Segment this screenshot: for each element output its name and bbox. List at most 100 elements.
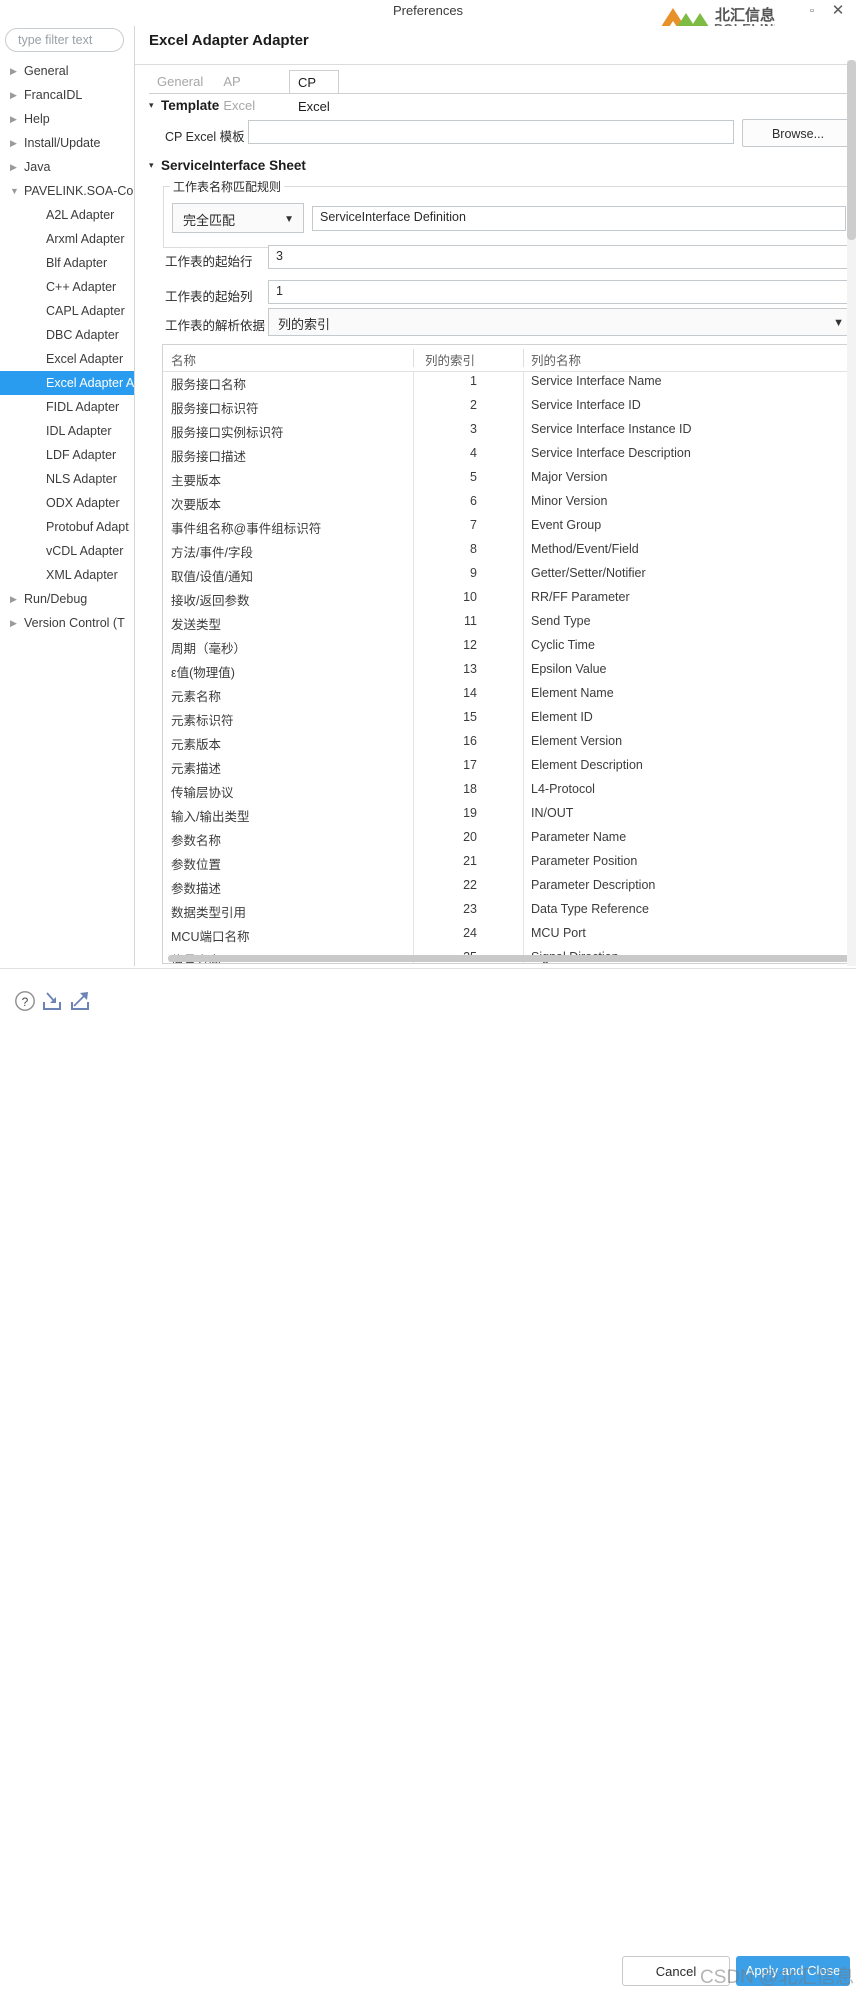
- sidebar-item-general[interactable]: ▶ General: [0, 59, 134, 83]
- sidebar-item-pavelink-soa-co[interactable]: ▼ PAVELINK.SOA-Co: [0, 179, 134, 203]
- sidebar-item-dbc-adapter[interactable]: DBC Adapter: [0, 323, 134, 347]
- filter-input[interactable]: type filter text: [5, 28, 124, 52]
- sidebar-item-ldf-adapter[interactable]: LDF Adapter: [0, 443, 134, 467]
- start-col-input[interactable]: 1: [268, 280, 856, 304]
- template-section-header[interactable]: ▾ Template: [149, 98, 219, 113]
- table-row[interactable]: 事件组名称@事件组标识符 7 Event Group: [163, 515, 856, 539]
- close-icon[interactable]: ✕: [828, 2, 848, 20]
- table-row[interactable]: 参数描述 22 Parameter Description: [163, 875, 856, 899]
- cell-name: 服务接口标识符: [171, 402, 259, 416]
- preferences-tree[interactable]: ▶ General ▶ FrancaIDL ▶ Help ▶ Install/Update ▶ J…: [0, 59, 134, 635]
- sidebar-item-a2l-adapter[interactable]: A2L Adapter: [0, 203, 134, 227]
- match-value-input[interactable]: ServiceInterface Definition: [312, 206, 846, 231]
- table-row[interactable]: 服务接口标识符 2 Service Interface ID: [163, 395, 856, 419]
- chevron-right-icon[interactable]: ▶: [10, 83, 20, 107]
- sidebar-item-label: NLS Adapter: [46, 472, 117, 486]
- table-row[interactable]: 元素名称 14 Element Name: [163, 683, 856, 707]
- page-title: Excel Adapter Adapter: [149, 32, 309, 49]
- table-row[interactable]: 参数名称 20 Parameter Name: [163, 827, 856, 851]
- table-row[interactable]: 输入/输出类型 19 IN/OUT: [163, 803, 856, 827]
- filter-placeholder: type filter text: [18, 33, 93, 47]
- maximize-icon[interactable]: ▫: [802, 2, 822, 20]
- sidebar-item-francaidl[interactable]: ▶ FrancaIDL: [0, 83, 134, 107]
- sidebar-item-label: ODX Adapter: [46, 496, 120, 510]
- table-row[interactable]: MCU端口名称 24 MCU Port: [163, 923, 856, 947]
- sidebar-item-excel-adapter[interactable]: Excel Adapter: [0, 347, 134, 371]
- header-name[interactable]: 名称: [171, 350, 196, 369]
- sidebar-item-help[interactable]: ▶ Help: [0, 107, 134, 131]
- table-row[interactable]: 接收/返回参数 10 RR/FF Parameter: [163, 587, 856, 611]
- table-row[interactable]: 数据类型引用 23 Data Type Reference: [163, 899, 856, 923]
- table-body[interactable]: 服务接口名称 1 Service Interface Name 服务接口标识符 2 Ser…: [163, 371, 856, 963]
- table-row[interactable]: 发送类型 11 Send Type: [163, 611, 856, 635]
- sidebar-item-xml-adapter[interactable]: XML Adapter: [0, 563, 134, 587]
- start-row-input[interactable]: 3: [268, 245, 856, 269]
- help-icon[interactable]: ?: [14, 990, 36, 1015]
- cell-column-index: 5: [470, 470, 477, 484]
- table-row[interactable]: 服务接口实例标识符 3 Service Interface Instance ID: [163, 419, 856, 443]
- sidebar-item-odx-adapter[interactable]: ODX Adapter: [0, 491, 134, 515]
- browse-button[interactable]: Browse...: [742, 119, 854, 147]
- cp-excel-template-input[interactable]: [248, 120, 734, 144]
- sidebar-item-capl-adapter[interactable]: CAPL Adapter: [0, 299, 134, 323]
- page-scrollbar-thumb[interactable]: [847, 60, 856, 240]
- sidebar-item-idl-adapter[interactable]: IDL Adapter: [0, 419, 134, 443]
- sidebar-item-excel-adapter-a[interactable]: Excel Adapter A: [0, 371, 134, 395]
- sidebar-item-arxml-adapter[interactable]: Arxml Adapter: [0, 227, 134, 251]
- table-row[interactable]: 参数位置 21 Parameter Position: [163, 851, 856, 875]
- import-icon[interactable]: [41, 990, 65, 1015]
- header-column-name[interactable]: 列的名称: [531, 350, 581, 369]
- table-row[interactable]: 取值/设值/通知 9 Getter/Setter/Notifier: [163, 563, 856, 587]
- chevron-down-icon[interactable]: ▾: [149, 160, 161, 171]
- tab-cp-excel[interactable]: CP Excel: [289, 70, 339, 114]
- chevron-right-icon[interactable]: ▶: [10, 107, 20, 131]
- chevron-down-icon[interactable]: ▼: [10, 179, 20, 203]
- match-mode-dropdown[interactable]: 完全匹配 ▼: [172, 203, 304, 233]
- chevron-down-icon[interactable]: ▾: [149, 100, 161, 111]
- sidebar-item-fidl-adapter[interactable]: FIDL Adapter: [0, 395, 134, 419]
- table-row[interactable]: 传输层协议 18 L4-Protocol: [163, 779, 856, 803]
- chevron-right-icon[interactable]: ▶: [10, 587, 20, 611]
- sidebar-item-blf-adapter[interactable]: Blf Adapter: [0, 251, 134, 275]
- sidebar-item-c-adapter[interactable]: C++ Adapter: [0, 275, 134, 299]
- sidebar-item-protobuf-adapt[interactable]: Protobuf Adapt: [0, 515, 134, 539]
- tab-general[interactable]: General: [149, 70, 211, 94]
- cell-name: MCU端口名称: [171, 930, 250, 944]
- sidebar-item-vcdl-adapter[interactable]: vCDL Adapter: [0, 539, 134, 563]
- sidebar-item-nls-adapter[interactable]: NLS Adapter: [0, 467, 134, 491]
- cell-name: 元素名称: [171, 690, 222, 704]
- tab-ap-excel[interactable]: AP Excel: [215, 70, 263, 113]
- export-icon[interactable]: [69, 990, 93, 1015]
- header-separator[interactable]: [413, 349, 414, 367]
- table-row[interactable]: 主要版本 5 Major Version: [163, 467, 856, 491]
- header-column-index[interactable]: 列的索引: [425, 350, 475, 369]
- cell-column-index: 11: [464, 614, 477, 628]
- table-row[interactable]: 元素标识符 15 Element ID: [163, 707, 856, 731]
- table-row[interactable]: 方法/事件/字段 8 Method/Event/Field: [163, 539, 856, 563]
- table-row[interactable]: 服务接口名称 1 Service Interface Name: [163, 371, 856, 395]
- cancel-button[interactable]: Cancel: [622, 1956, 730, 1986]
- chevron-right-icon[interactable]: ▶: [10, 611, 20, 635]
- apply-and-close-button[interactable]: Apply and Close: [736, 1956, 850, 1986]
- cell-column-name: Major Version: [531, 470, 608, 484]
- table-row[interactable]: 周期（毫秒） 12 Cyclic Time: [163, 635, 856, 659]
- parse-basis-dropdown[interactable]: 列的索引 ▼: [268, 308, 856, 336]
- column-mapping-table[interactable]: 名称 列的索引 列的名称 服务接口名称 1 Service Interface Na…: [162, 344, 856, 964]
- header-separator[interactable]: [523, 349, 524, 367]
- table-row[interactable]: 元素版本 16 Element Version: [163, 731, 856, 755]
- table-row[interactable]: 次要版本 6 Minor Version: [163, 491, 856, 515]
- sidebar-item-install-update[interactable]: ▶ Install/Update: [0, 131, 134, 155]
- chevron-down-icon[interactable]: ▼: [833, 317, 844, 329]
- serviceinterface-section-header[interactable]: ▾ ServiceInterface Sheet: [149, 158, 306, 173]
- table-row[interactable]: 元素描述 17 Element Description: [163, 755, 856, 779]
- table-horizontal-scrollbar[interactable]: [168, 955, 852, 962]
- sidebar-item-run-debug[interactable]: ▶ Run/Debug: [0, 587, 134, 611]
- chevron-down-icon[interactable]: ▼: [284, 214, 294, 225]
- table-row[interactable]: 服务接口描述 4 Service Interface Description: [163, 443, 856, 467]
- chevron-right-icon[interactable]: ▶: [10, 155, 20, 179]
- chevron-right-icon[interactable]: ▶: [10, 59, 20, 83]
- table-row[interactable]: ε值(物理值) 13 Epsilon Value: [163, 659, 856, 683]
- sidebar-item-java[interactable]: ▶ Java: [0, 155, 134, 179]
- chevron-right-icon[interactable]: ▶: [10, 131, 20, 155]
- sidebar-item-version-control-t[interactable]: ▶ Version Control (T: [0, 611, 134, 635]
